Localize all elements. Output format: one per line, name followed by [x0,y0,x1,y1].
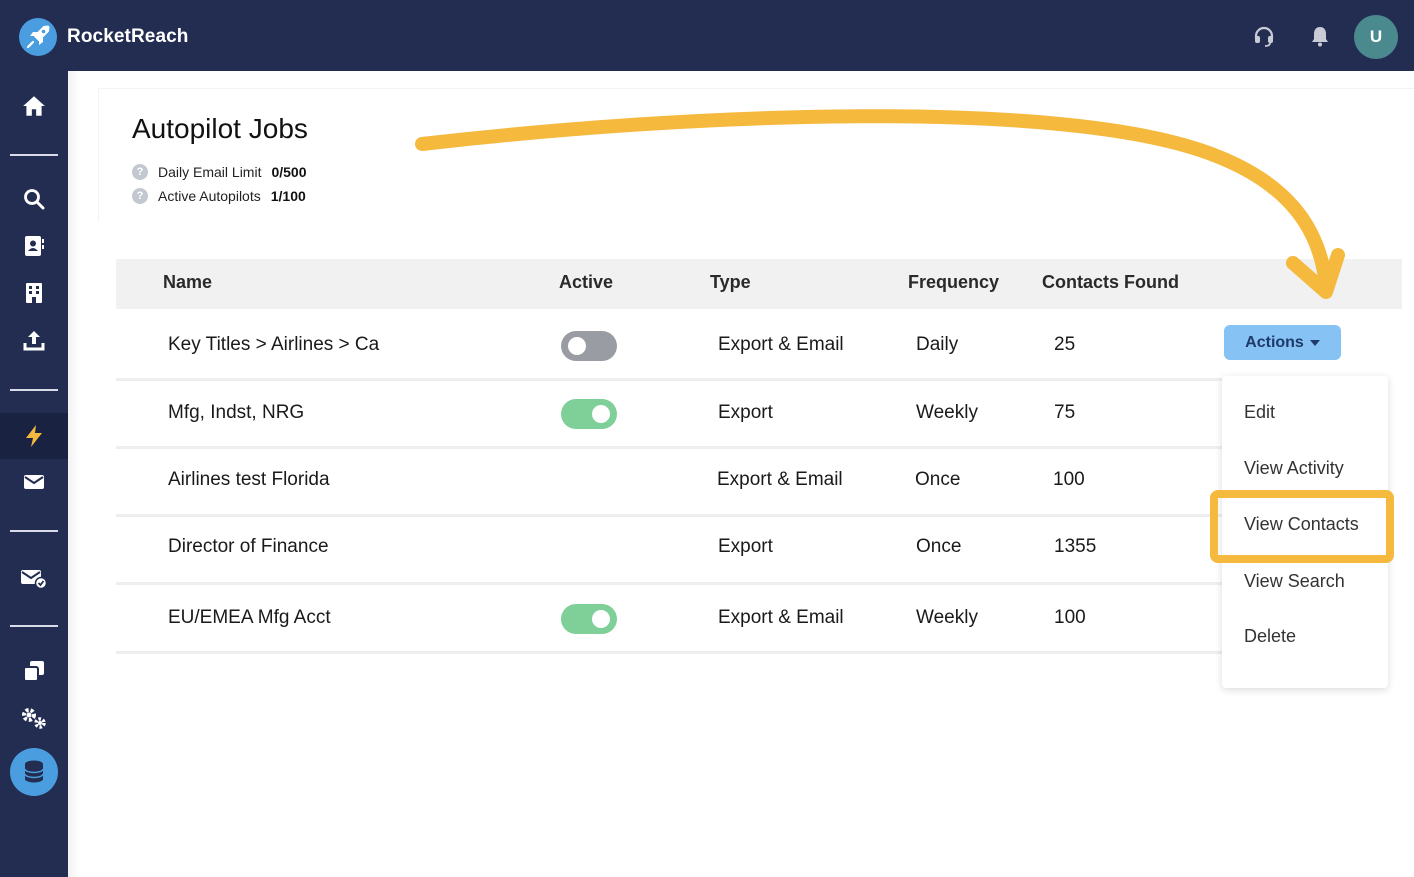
stat-label: Daily Email Limit [158,164,262,180]
help-icon[interactable]: ? [132,188,148,204]
actions-dropdown-button[interactable]: Actions [1224,325,1341,360]
building-icon[interactable] [0,270,68,316]
brand-name[interactable]: RocketReach [67,26,188,48]
contacts-found: 100 [1053,469,1085,490]
mail-check-icon[interactable] [0,555,68,601]
job-name[interactable]: Airlines test Florida [168,469,330,491]
stat-label: Active Autopilots [158,188,261,204]
copy-icon[interactable] [0,648,68,694]
caret-down-icon [1309,339,1320,346]
contacts-found: 25 [1054,334,1076,355]
row-divider [116,651,1222,654]
highlight-box [1210,490,1394,563]
sidebar [0,71,68,877]
column-header-type[interactable]: Type [710,272,751,293]
column-header-active[interactable]: Active [559,272,613,293]
job-name[interactable]: Director of Finance [168,536,329,558]
active-toggle[interactable] [561,331,617,361]
job-type: Export & Email [718,334,844,355]
sidebar-divider [10,625,58,627]
row-divider [116,582,1222,585]
menu-item-view-search[interactable]: View Search [1244,571,1345,592]
sidebar-divider [10,154,58,156]
sidebar-divider [10,530,58,532]
job-type: Export & Email [718,607,844,628]
contacts-found: 75 [1054,402,1076,423]
table-header [116,259,1402,309]
active-toggle[interactable] [561,604,617,634]
rocket-logo-icon[interactable] [18,17,58,57]
home-icon[interactable] [0,83,68,129]
top-navigation-bar: RocketReach U [0,0,1414,71]
job-frequency: Daily [916,334,959,355]
column-header-contacts-found[interactable]: Contacts Found [1042,272,1179,293]
bolt-icon[interactable] [0,413,68,459]
stat-value: 0/500 [271,164,307,180]
mail-icon[interactable] [0,459,68,505]
row-divider [116,514,1222,517]
headset-icon[interactable] [1252,24,1276,48]
row-divider [116,378,1222,381]
toggle-knob [592,405,610,423]
toggle-knob [568,337,586,355]
help-icon[interactable]: ? [132,164,148,180]
job-type: Export [718,402,773,423]
stat-value: 1/100 [270,188,306,204]
database-icon[interactable] [10,748,58,796]
job-frequency: Once [916,536,962,557]
sidebar-divider [10,389,58,391]
bell-icon[interactable] [1308,24,1332,48]
contacts-icon[interactable] [0,223,68,269]
contacts-found: 100 [1054,607,1086,628]
menu-item-delete[interactable]: Delete [1244,626,1296,647]
job-name[interactable]: Mfg, Indst, NRG [168,402,304,424]
active-toggle[interactable] [561,399,617,429]
contacts-found: 1355 [1054,536,1097,557]
job-frequency: Once [915,469,961,490]
toggle-knob [592,610,610,628]
page-title: Autopilot Jobs [132,113,308,144]
menu-item-edit[interactable]: Edit [1244,402,1275,423]
upload-icon[interactable] [0,317,68,363]
job-frequency: Weekly [916,607,978,628]
menu-item-view-activity[interactable]: View Activity [1244,458,1344,479]
sidebar-shadow [68,71,80,877]
daily-email-limit-stat: ? Daily Email Limit 0/500 [132,163,307,181]
job-type: Export [718,536,773,557]
user-avatar[interactable]: U [1354,15,1398,59]
job-name[interactable]: Key Titles > Airlines > Ca [168,334,379,356]
row-divider [116,446,1222,449]
job-name[interactable]: EU/EMEA Mfg Acct [168,607,331,629]
actions-label: Actions [1245,333,1304,351]
job-type: Export & Email [717,469,843,490]
active-autopilots-stat: ? Active Autopilots 1/100 [132,187,306,205]
column-header-name[interactable]: Name [163,272,212,293]
column-header-frequency[interactable]: Frequency [908,272,999,293]
job-frequency: Weekly [916,402,978,423]
search-icon[interactable] [0,176,68,222]
gears-icon[interactable] [0,695,68,741]
